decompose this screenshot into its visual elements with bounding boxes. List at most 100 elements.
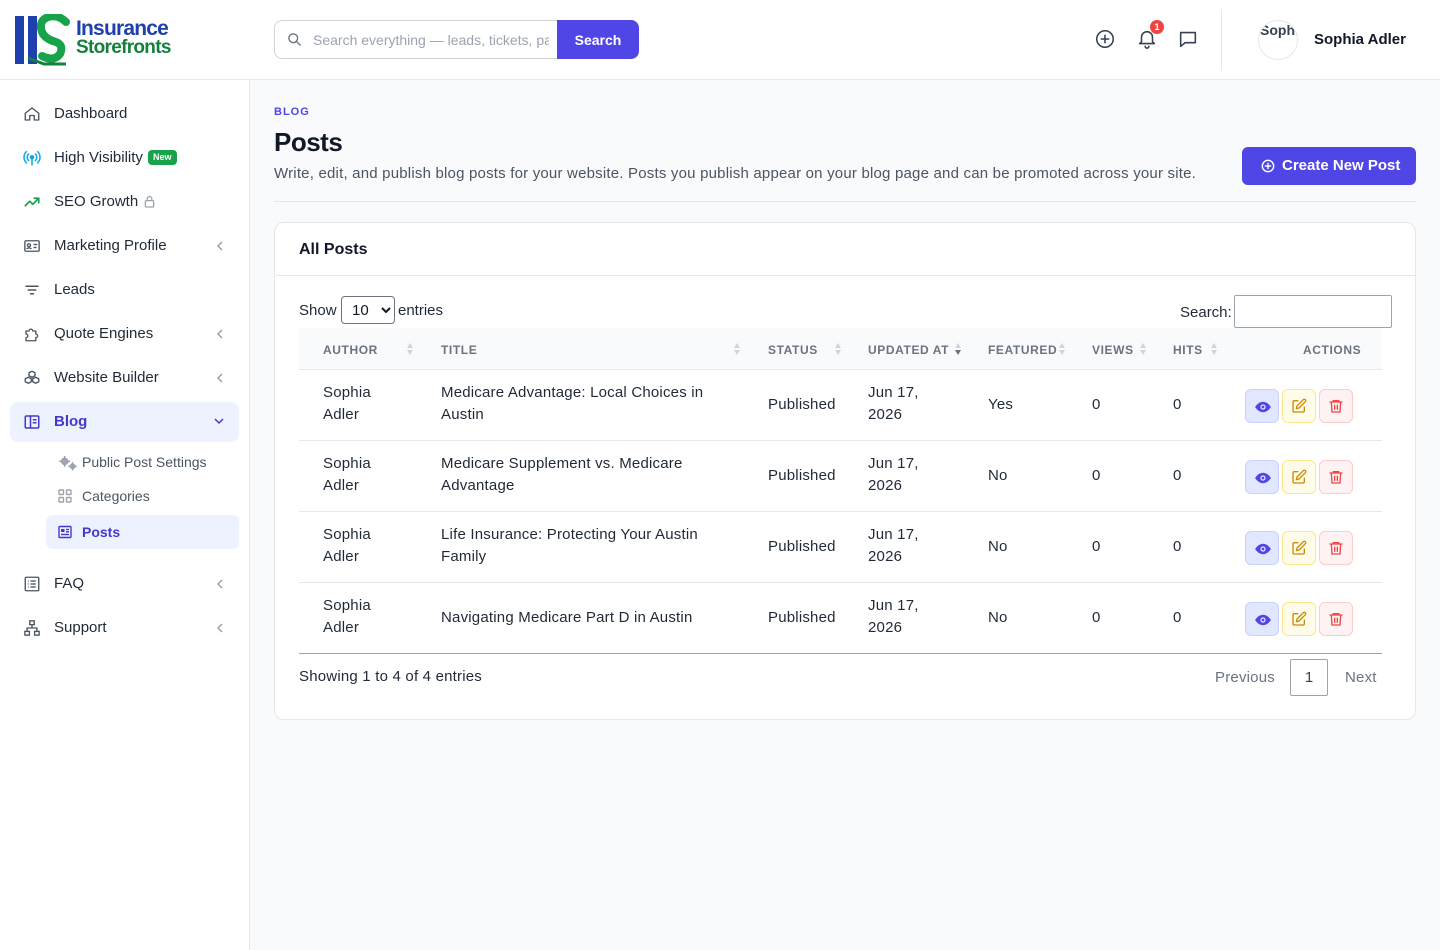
cell-title[interactable]: Medicare Advantage: Local Choices in Aust… [441,382,703,425]
chevron-left-icon [216,329,223,339]
broadcast-icon [23,150,41,166]
cell-views: 0 [1092,467,1101,484]
page-length-select[interactable]: 102550100 [341,296,395,324]
table-info: Showing 1 to 4 of 4 entries [299,668,483,685]
cell-updated-at: Jun 17, 2026 [868,524,919,567]
sidebar-item-faq[interactable]: FAQ [10,564,239,604]
pagination-page-1[interactable]: 1 [1290,659,1328,696]
author-first: Sophia [323,597,371,614]
cell-title[interactable]: Navigating Medicare Part D in Austin [441,607,693,629]
view-post-button[interactable] [1245,460,1279,494]
lock-icon [144,195,155,208]
breadcrumb[interactable]: BLOG [274,106,310,118]
author-last: Adler [323,476,360,494]
sort-icon [407,343,413,355]
cubes-icon [24,370,40,384]
edit-post-button[interactable] [1282,389,1316,423]
chat-icon[interactable] [1177,28,1199,50]
delete-post-button[interactable] [1319,602,1353,636]
cell-views: 0 [1092,538,1101,555]
top-header: Insurance Storefronts Search 1 Sophia Ad… [0,0,1440,80]
global-search-button[interactable]: Search [557,20,639,59]
cell-author: Sophia Adler [323,524,371,567]
delete-post-button[interactable] [1319,389,1353,423]
column-header-status[interactable]: STATUS [768,343,818,357]
eye-icon [1255,401,1271,413]
pagination-previous[interactable]: Previous [1215,669,1275,686]
edit-post-button[interactable] [1282,460,1316,494]
title-line1: Life Insurance: Protecting Your Austin [441,526,698,543]
edit-icon [1292,469,1307,484]
pagination-next[interactable]: Next [1345,669,1377,686]
sidebar-item-support[interactable]: Support [10,608,239,648]
cell-views: 0 [1092,396,1101,413]
title-line1: Medicare Advantage: Local Choices in [441,384,704,401]
filter-icon [25,285,39,295]
view-post-button[interactable] [1245,389,1279,423]
sidebar-subitem-posts[interactable]: Posts [46,515,239,549]
chevron-left-icon [216,623,223,633]
edit-icon [1292,611,1307,626]
entries-label: entries [398,302,444,319]
title-line2: Advantage [441,476,515,494]
chevron-left-icon [216,373,223,383]
cell-hits: 0 [1173,396,1182,413]
trash-icon [1329,471,1343,484]
sidebar-item-high-visibility[interactable]: High Visibility New [10,138,239,178]
cell-title[interactable]: Life Insurance: Protecting Your Austin Fa… [441,524,698,567]
sidebar-item-label: FAQ [54,575,85,592]
edit-post-button[interactable] [1282,602,1316,636]
sort-desc-icon [955,343,961,355]
cell-featured: No [988,467,1008,484]
sidebar-item-label: Marketing Profile [54,237,167,254]
sidebar-item-seo-growth[interactable]: SEO Growth [10,182,239,222]
column-header-featured[interactable]: FEATURED [988,343,1057,357]
trash-icon [1329,400,1343,413]
table-search-input[interactable] [1234,295,1392,328]
sidebar: Dashboard High Visibility New SEO Growth… [0,80,250,950]
updated-year: 2026 [868,405,903,423]
avatar[interactable]: Sophia Adler [1258,20,1298,60]
updated-date: Jun 17, [868,597,919,614]
sidebar-item-label: Blog [54,413,88,430]
cell-views: 0 [1092,609,1101,626]
delete-post-button[interactable] [1319,460,1353,494]
sidebar-subitem-label: Public Post Settings [82,454,207,470]
new-badge: New [148,150,177,165]
sidebar-item-marketing-profile[interactable]: Marketing Profile [10,226,239,266]
updated-date: Jun 17, [868,384,919,401]
author-first: Sophia [323,384,371,401]
sidebar-subitem-label: Categories [82,488,150,504]
cell-title[interactable]: Medicare Supplement vs. Medicare Advantag… [441,453,683,496]
cell-hits: 0 [1173,538,1182,555]
column-header-title[interactable]: TITLE [441,343,477,357]
book-icon [24,415,40,429]
brand-logo[interactable]: Insurance Storefronts [14,14,214,66]
column-header-hits[interactable]: HITS [1173,343,1203,357]
view-post-button[interactable] [1245,531,1279,565]
cell-status: Published [768,538,836,555]
sidebar-item-dashboard[interactable]: Dashboard [10,94,239,134]
column-header-updated-at[interactable]: UPDATED AT [868,343,949,357]
sidebar-item-quote-engines[interactable]: Quote Engines [10,314,239,354]
show-label: Show [299,302,337,319]
gears-icon [59,455,77,471]
sidebar-subitem-categories[interactable]: Categories [46,479,239,513]
chevron-down-icon [214,418,224,425]
sidebar-item-leads[interactable]: Leads [10,270,239,310]
sidebar-subitem-public-post-settings[interactable]: Public Post Settings [46,445,239,479]
delete-post-button[interactable] [1319,531,1353,565]
sidebar-item-website-builder[interactable]: Website Builder [10,358,239,398]
edit-post-button[interactable] [1282,531,1316,565]
column-header-views[interactable]: VIEWS [1092,343,1134,357]
plus-circle-icon[interactable] [1094,28,1116,50]
sidebar-item-blog[interactable]: Blog [10,402,239,442]
column-header-author[interactable]: AUTHOR [323,343,378,357]
global-search-input[interactable] [313,30,549,50]
chevron-left-icon [216,241,223,251]
create-new-post-button[interactable]: Create New Post [1242,147,1416,185]
page-header-divider [274,201,1416,202]
cell-updated-at: Jun 17, 2026 [868,453,919,496]
user-name[interactable]: Sophia Adler [1314,31,1406,48]
view-post-button[interactable] [1245,602,1279,636]
